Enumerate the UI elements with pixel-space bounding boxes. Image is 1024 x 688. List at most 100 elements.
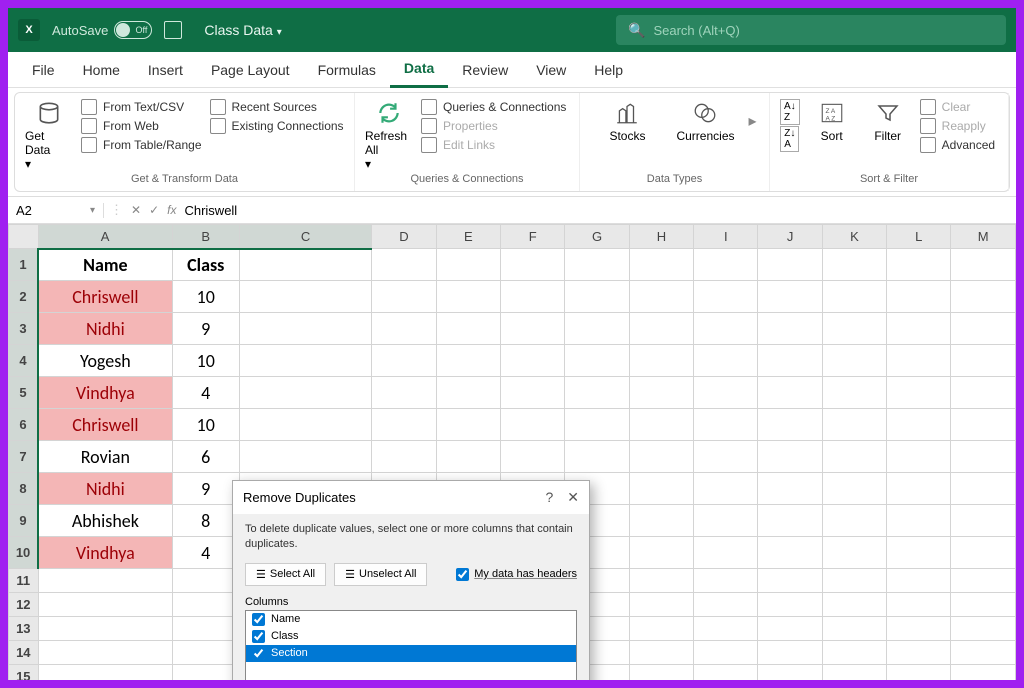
col-header-i[interactable]: I bbox=[694, 225, 758, 249]
row-header[interactable]: 11 bbox=[9, 569, 39, 593]
existing-connections[interactable]: Existing Connections bbox=[210, 118, 344, 134]
row-header[interactable]: 13 bbox=[9, 617, 39, 641]
from-table-range[interactable]: From Table/Range bbox=[81, 137, 202, 153]
cell[interactable] bbox=[239, 313, 371, 345]
col-header-g[interactable]: G bbox=[565, 225, 629, 249]
recent-sources[interactable]: Recent Sources bbox=[210, 99, 344, 115]
cell[interactable]: 10 bbox=[172, 409, 239, 441]
row-header[interactable]: 12 bbox=[9, 593, 39, 617]
col-header-m[interactable]: M bbox=[951, 225, 1016, 249]
cell[interactable]: 4 bbox=[172, 537, 239, 569]
autosave-toggle[interactable]: AutoSave Off bbox=[52, 21, 152, 39]
col-header-d[interactable]: D bbox=[372, 225, 436, 249]
cell[interactable]: Abhishek bbox=[38, 505, 172, 537]
formula-content[interactable]: Chriswell bbox=[184, 203, 237, 218]
cell[interactable] bbox=[239, 345, 371, 377]
cell[interactable]: 9 bbox=[172, 473, 239, 505]
tab-insert[interactable]: Insert bbox=[134, 52, 197, 88]
cell[interactable] bbox=[239, 281, 371, 313]
sort-button[interactable]: Z AA Z Sort bbox=[808, 99, 856, 143]
cell[interactable]: 4 bbox=[172, 377, 239, 409]
stocks-button[interactable]: Stocks bbox=[592, 99, 662, 143]
tab-view[interactable]: View bbox=[522, 52, 580, 88]
cell[interactable]: Nidhi bbox=[38, 473, 172, 505]
column-item-name[interactable]: Name bbox=[246, 611, 576, 628]
cell[interactable]: Yogesh bbox=[38, 345, 172, 377]
help-icon[interactable]: ? bbox=[545, 489, 553, 506]
row-header[interactable]: 15 bbox=[9, 665, 39, 681]
save-icon[interactable] bbox=[164, 21, 182, 39]
col-header-j[interactable]: J bbox=[758, 225, 822, 249]
dialog-titlebar[interactable]: Remove Duplicates ? ✕ bbox=[233, 481, 589, 514]
col-header-e[interactable]: E bbox=[436, 225, 500, 249]
row-header[interactable]: 5 bbox=[9, 377, 39, 409]
tab-data[interactable]: Data bbox=[390, 52, 448, 88]
row-header[interactable]: 10 bbox=[9, 537, 39, 569]
fx-icon[interactable]: fx bbox=[167, 203, 176, 217]
col-header-b[interactable]: B bbox=[172, 225, 239, 249]
tab-home[interactable]: Home bbox=[69, 52, 134, 88]
from-web[interactable]: From Web bbox=[81, 118, 202, 134]
cell[interactable] bbox=[239, 249, 371, 281]
tab-file[interactable]: File bbox=[18, 52, 69, 88]
toggle-switch[interactable]: Off bbox=[114, 21, 152, 39]
row-header[interactable]: 9 bbox=[9, 505, 39, 537]
cell[interactable]: 6 bbox=[172, 441, 239, 473]
currencies-button[interactable]: Currencies bbox=[670, 99, 740, 143]
row-header[interactable]: 1 bbox=[9, 249, 39, 281]
column-item-class[interactable]: Class bbox=[246, 628, 576, 645]
headers-checkbox[interactable]: My data has headers bbox=[456, 568, 577, 581]
cell[interactable]: 8 bbox=[172, 505, 239, 537]
enter-icon[interactable]: ✓ bbox=[149, 203, 159, 217]
checkbox-icon[interactable] bbox=[456, 568, 469, 581]
refresh-all-button[interactable]: Refresh All▾ bbox=[365, 99, 413, 171]
cell[interactable] bbox=[239, 409, 371, 441]
col-header-h[interactable]: H bbox=[629, 225, 693, 249]
cell[interactable]: Rovian bbox=[38, 441, 172, 473]
row-header[interactable]: 14 bbox=[9, 641, 39, 665]
cell[interactable]: Nidhi bbox=[38, 313, 172, 345]
cell[interactable]: Chriswell bbox=[38, 281, 172, 313]
unselect-all-button[interactable]: ☰Unselect All bbox=[334, 563, 427, 586]
row-header[interactable]: 2 bbox=[9, 281, 39, 313]
cell[interactable]: Name bbox=[38, 249, 172, 281]
col-header-f[interactable]: F bbox=[501, 225, 565, 249]
from-text-csv[interactable]: From Text/CSV bbox=[81, 99, 202, 115]
row-header[interactable]: 4 bbox=[9, 345, 39, 377]
cell[interactable]: Vindhya bbox=[38, 537, 172, 569]
row-header[interactable]: 3 bbox=[9, 313, 39, 345]
cell[interactable]: 10 bbox=[172, 281, 239, 313]
filter-button[interactable]: Filter bbox=[864, 99, 912, 143]
col-header-a[interactable]: A bbox=[38, 225, 172, 249]
tab-review[interactable]: Review bbox=[448, 52, 522, 88]
col-header-k[interactable]: K bbox=[822, 225, 886, 249]
cancel-icon[interactable]: ✕ bbox=[131, 203, 141, 217]
get-data-button[interactable]: Get Data▾ bbox=[25, 99, 73, 171]
cell[interactable]: Chriswell bbox=[38, 409, 172, 441]
cell[interactable] bbox=[239, 441, 371, 473]
select-all-button[interactable]: ☰Select All bbox=[245, 563, 326, 586]
cell[interactable]: 10 bbox=[172, 345, 239, 377]
col-header-c[interactable]: C bbox=[239, 225, 371, 249]
name-box[interactable]: A2▾ bbox=[8, 203, 104, 218]
tab-formulas[interactable]: Formulas bbox=[304, 52, 390, 88]
cell[interactable]: 9 bbox=[172, 313, 239, 345]
search-box[interactable]: 🔍 Search (Alt+Q) bbox=[616, 15, 1006, 45]
row-header[interactable]: 8 bbox=[9, 473, 39, 505]
cell[interactable] bbox=[239, 377, 371, 409]
cell[interactable]: Vindhya bbox=[38, 377, 172, 409]
tab-page-layout[interactable]: Page Layout bbox=[197, 52, 304, 88]
row-header[interactable]: 7 bbox=[9, 441, 39, 473]
queries-connections[interactable]: Queries & Connections bbox=[421, 99, 566, 115]
select-all-corner[interactable] bbox=[9, 225, 39, 249]
advanced-filter[interactable]: Advanced bbox=[920, 137, 995, 153]
col-header-l[interactable]: L bbox=[887, 225, 951, 249]
cell[interactable]: Class bbox=[172, 249, 239, 281]
sort-az-buttons[interactable]: A↓Z Z↓A bbox=[780, 99, 800, 152]
svg-text:Z A: Z A bbox=[825, 108, 835, 115]
document-title[interactable]: Class Data ▾ bbox=[204, 22, 281, 38]
column-item-section[interactable]: Section bbox=[246, 645, 576, 662]
tab-help[interactable]: Help bbox=[580, 52, 637, 88]
row-header[interactable]: 6 bbox=[9, 409, 39, 441]
close-icon[interactable]: ✕ bbox=[567, 489, 579, 506]
